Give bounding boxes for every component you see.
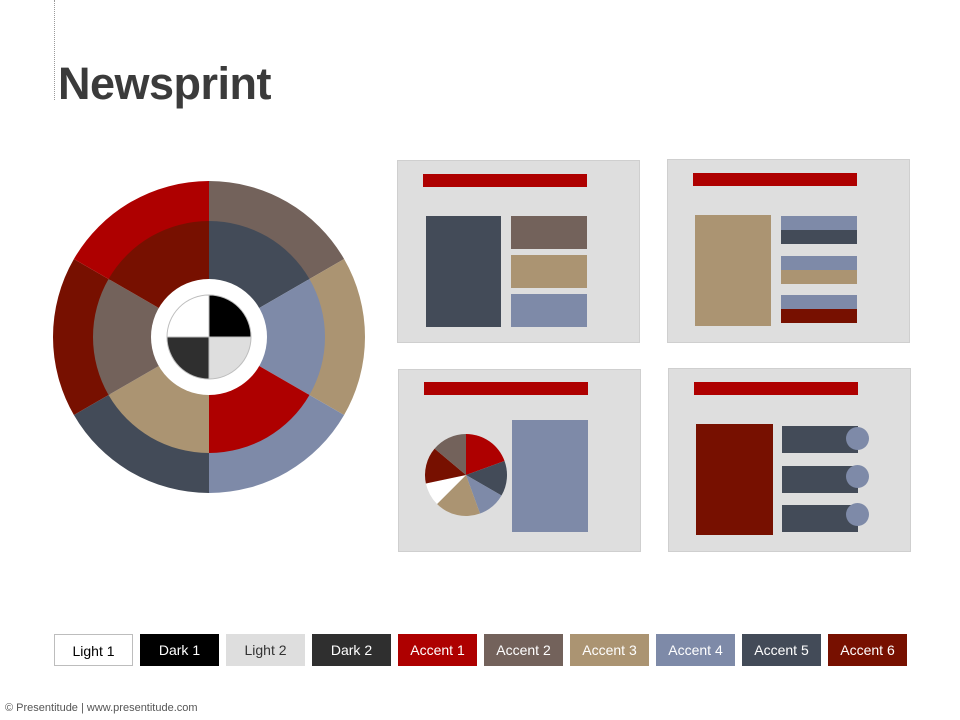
- footer-credit: © Presentitude | www.presentitude.com: [5, 702, 198, 714]
- swatch-accent-2: Accent 2: [484, 634, 563, 666]
- content-block: [512, 420, 588, 532]
- swatch-dark-1: Dark 1: [140, 634, 219, 666]
- title-bar: [424, 382, 588, 395]
- bar-top: [781, 216, 857, 230]
- swatch-label: Accent 5: [754, 642, 809, 658]
- content-block: [695, 215, 771, 326]
- bar-bottom: [781, 230, 857, 244]
- swatch-accent-5: Accent 5: [742, 634, 821, 666]
- swatch-label: Accent 1: [410, 642, 465, 658]
- swatch-light-1: Light 1: [54, 634, 133, 666]
- content-block: [511, 216, 587, 249]
- content-block: [426, 216, 501, 327]
- bullet-circle: [846, 427, 869, 450]
- layout-thumbnail-2: [667, 159, 910, 343]
- layout-thumbnail-4: [668, 368, 911, 552]
- content-block: [696, 424, 773, 535]
- mini-pie-chart: [425, 434, 507, 516]
- swatch-light-2: Light 2: [226, 634, 305, 666]
- layout-thumbnail-3: [398, 369, 641, 552]
- title-bar: [693, 173, 857, 186]
- swatch-label: Light 1: [72, 643, 115, 659]
- swatch-label: Accent 4: [668, 642, 723, 658]
- page-title: Newsprint: [58, 58, 272, 109]
- swatch-accent-3: Accent 3: [570, 634, 649, 666]
- title-bar: [694, 382, 858, 395]
- swatch-accent-4: Accent 4: [656, 634, 735, 666]
- swatch-label: Dark 2: [330, 642, 373, 658]
- bar-bottom: [781, 270, 857, 284]
- bullet-circle: [846, 465, 869, 488]
- bar-top: [781, 256, 857, 270]
- swatch-label: Accent 6: [840, 642, 895, 658]
- swatch-label: Dark 1: [158, 642, 201, 658]
- content-block: [511, 255, 587, 288]
- swatch-label: Accent 3: [582, 642, 637, 658]
- dotted-guide-line: [54, 0, 55, 100]
- swatch-accent-6: Accent 6: [828, 634, 907, 666]
- bar-bottom: [781, 309, 857, 323]
- bullet-circle: [846, 503, 869, 526]
- title-bar: [423, 174, 587, 187]
- content-block: [511, 294, 587, 327]
- wheel-inner-quadrants: [166, 294, 252, 380]
- swatch-accent-1: Accent 1: [398, 634, 477, 666]
- swatch-dark-2: Dark 2: [312, 634, 391, 666]
- color-wheel: [52, 181, 365, 493]
- swatch-label: Light 2: [244, 642, 287, 658]
- bar-top: [781, 295, 857, 309]
- swatch-label: Accent 2: [496, 642, 551, 658]
- layout-thumbnail-1: [397, 160, 640, 343]
